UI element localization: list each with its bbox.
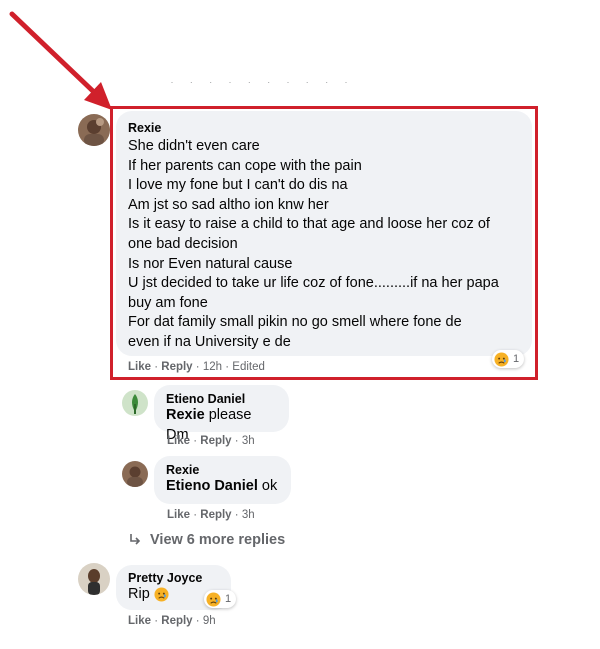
like-button[interactable]: Like [128, 615, 151, 627]
comment-actions: Like · Reply · 3h [167, 509, 255, 521]
avatar[interactable] [122, 390, 148, 416]
mention-link[interactable]: Etieno Daniel [166, 478, 258, 494]
comment-bubble: Etieno Daniel Rexie please Dm [154, 385, 289, 443]
timestamp[interactable]: 3h [242, 435, 255, 447]
comment-actions: Like · Reply · 3h [167, 435, 255, 447]
sad-emoji-icon [154, 587, 169, 602]
reply-button[interactable]: Reply [200, 509, 231, 521]
separator: · [193, 509, 198, 521]
avatar[interactable] [78, 114, 110, 146]
timestamp[interactable]: 9h [203, 615, 216, 627]
sad-emoji-icon [206, 591, 221, 607]
separator: · [234, 509, 239, 521]
comment-author[interactable]: Pretty Joyce [128, 571, 219, 585]
annotation-highlight-box [110, 106, 538, 380]
comment-text: Etieno Daniel ok [166, 477, 279, 497]
separator: · [154, 615, 159, 627]
reaction-summary[interactable]: 1 [204, 590, 237, 608]
separator: · [234, 435, 239, 447]
timestamp[interactable]: 3h [242, 509, 255, 521]
annotation-arrow [9, 11, 112, 110]
separator: · [195, 615, 200, 627]
like-button[interactable]: Like [167, 509, 190, 521]
comment-actions: Like · Reply · 9h [128, 615, 216, 627]
comment-bubble: Rexie Etieno Daniel ok [154, 456, 291, 504]
reply-button[interactable]: Reply [200, 435, 231, 447]
view-more-replies-button[interactable]: View 6 more replies [128, 532, 285, 548]
comment-body: Rip [128, 586, 150, 602]
reply-button[interactable]: Reply [161, 615, 192, 627]
comment-body: ok [261, 478, 278, 494]
separator: · [193, 435, 198, 447]
reply-arrow-icon [130, 534, 141, 545]
comment-author[interactable]: Etieno Daniel [166, 392, 277, 406]
reaction-count: 1 [225, 593, 232, 605]
view-more-label: View 6 more replies [150, 532, 286, 548]
clipped-previous-line: · · · · · · · · · · [170, 82, 370, 96]
mention-link[interactable]: Rexie [166, 407, 205, 423]
avatar[interactable] [78, 563, 110, 595]
comment-author[interactable]: Rexie [166, 463, 279, 477]
avatar[interactable] [122, 461, 148, 487]
like-button[interactable]: Like [167, 435, 190, 447]
